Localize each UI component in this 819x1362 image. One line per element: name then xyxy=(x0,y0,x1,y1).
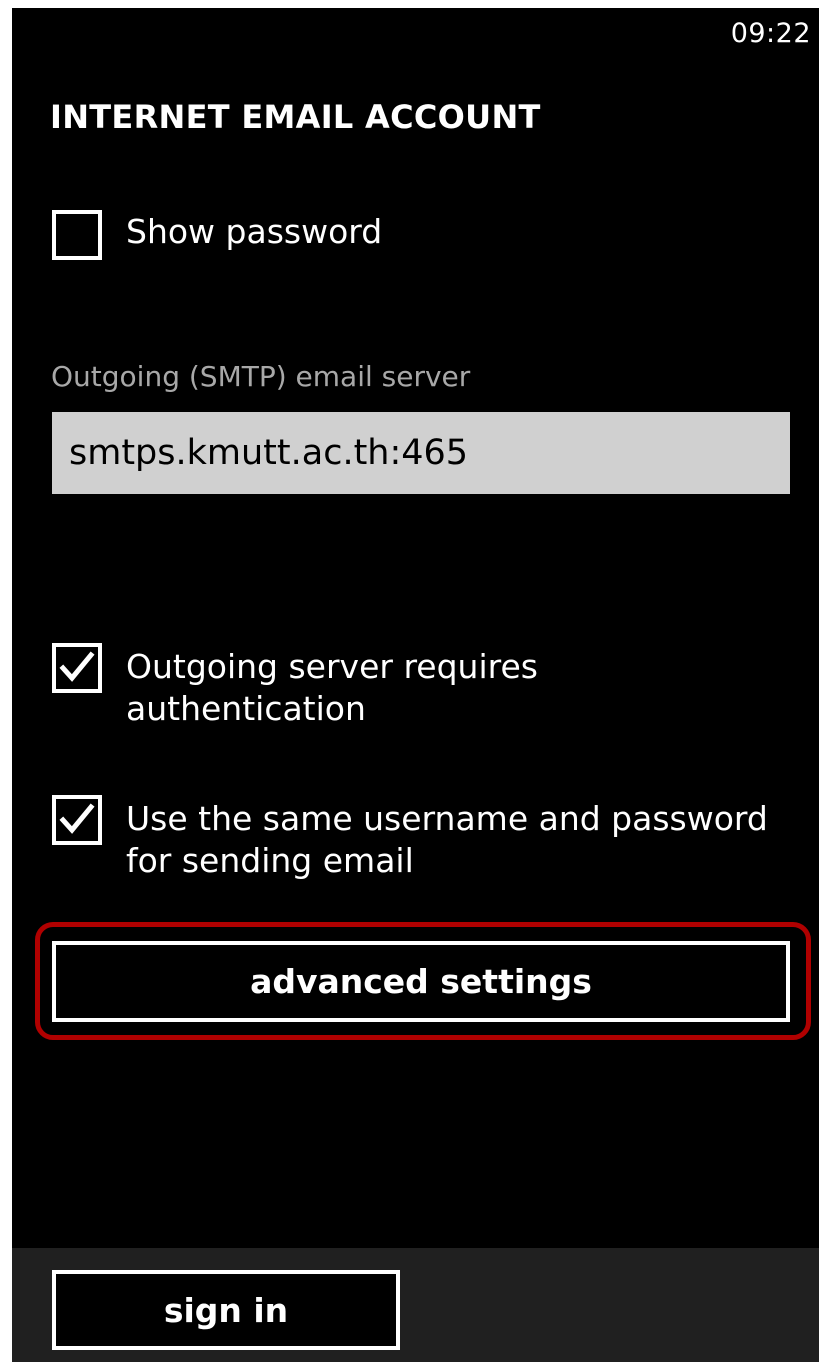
page-title: INTERNET EMAIL ACCOUNT xyxy=(50,98,541,136)
phone-screen: 09:22 INTERNET EMAIL ACCOUNT Show passwo… xyxy=(12,8,819,1362)
show-password-label[interactable]: Show password xyxy=(126,211,382,253)
checkmark-icon xyxy=(59,803,95,834)
same-credentials-label-line2[interactable]: for sending email xyxy=(126,840,414,882)
show-password-checkbox[interactable] xyxy=(52,210,102,260)
smtp-server-label: Outgoing (SMTP) email server xyxy=(51,360,471,393)
same-credentials-checkbox[interactable] xyxy=(52,795,102,845)
same-credentials-label-line1[interactable]: Use the same username and password xyxy=(126,798,768,840)
status-bar-clock: 09:22 xyxy=(730,18,811,49)
sign-in-button[interactable]: sign in xyxy=(52,1270,400,1350)
checkmark-icon xyxy=(59,651,95,682)
auth-required-label-line1[interactable]: Outgoing server requires xyxy=(126,646,538,688)
auth-required-label-line2[interactable]: authentication xyxy=(126,688,366,730)
advanced-settings-button[interactable]: advanced settings xyxy=(52,941,790,1022)
smtp-server-input[interactable] xyxy=(52,412,790,494)
auth-required-checkbox[interactable] xyxy=(52,643,102,693)
